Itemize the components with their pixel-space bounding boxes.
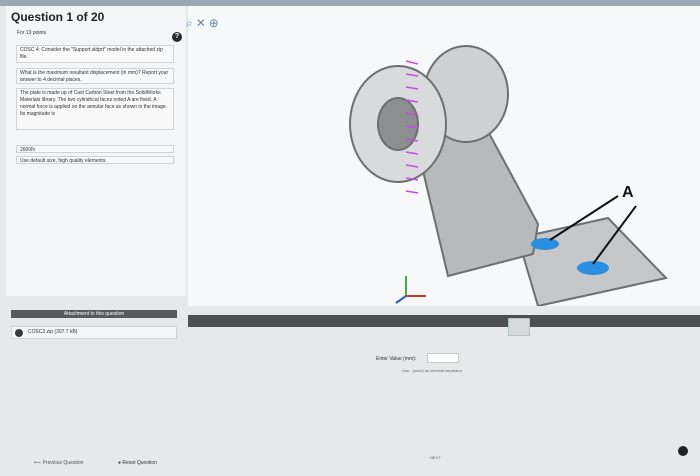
arrow-left-icon: ⟵	[34, 460, 43, 466]
question-text-intro: COSC 4: Consider the "Support.sldprt" mo…	[16, 45, 174, 63]
load-value: 2600N	[16, 145, 174, 153]
attachment-file-name: COSC2.zip (307.7 kB)	[28, 329, 78, 335]
question-text-prompt: What is the maximum resultant displaceme…	[16, 68, 174, 84]
question-points: For 13 points	[17, 30, 47, 36]
part-drawing	[349, 45, 668, 306]
axis-z	[395, 295, 407, 304]
viewer-footer-band	[188, 315, 700, 327]
question-text-material: The plate is made up of Cast Carbon Stee…	[16, 88, 174, 130]
cylinder-hole	[377, 97, 419, 151]
next-label: NEXT	[430, 455, 441, 460]
next-arrow-icon[interactable]	[678, 446, 688, 456]
label-a: A	[622, 184, 634, 201]
model-thumbnail[interactable]	[508, 318, 530, 336]
paperclip-icon	[15, 329, 23, 337]
question-title: Question 1 of 20	[11, 10, 105, 24]
reset-question-label: Reset Question	[122, 460, 157, 466]
previous-question-label: Previous Question	[42, 460, 84, 466]
answer-hint: Use . (point) as decimal separator	[402, 368, 463, 373]
answer-label: Enter Value (mm):	[376, 356, 417, 362]
attachment-file-link[interactable]: COSC2.zip (307.7 kB)	[11, 326, 177, 339]
answer-input[interactable]	[427, 353, 459, 363]
previous-question-button[interactable]: ⟵ Previous Question	[34, 460, 83, 466]
help-circle-icon[interactable]: ?	[172, 32, 182, 42]
reset-question-button[interactable]: ● Reset Question	[118, 460, 157, 466]
attachments-header: Attachment to this question	[11, 310, 177, 318]
mesh-instructions: Use default size, high quality elements.	[16, 156, 174, 164]
fixed-face-1	[531, 238, 559, 250]
